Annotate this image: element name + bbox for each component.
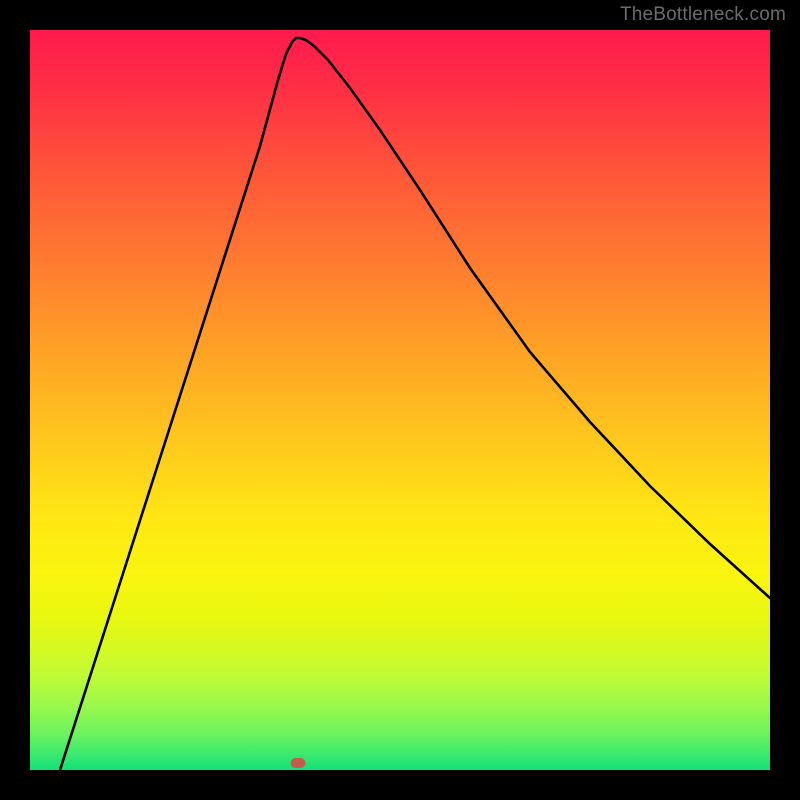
watermark-text: TheBottleneck.com — [620, 4, 786, 26]
chart-frame: TheBottleneck.com — [0, 0, 800, 800]
optimal-point-marker — [291, 758, 306, 768]
bottleneck-curve — [60, 38, 770, 770]
curve-svg — [30, 30, 770, 770]
plot-area — [30, 30, 770, 770]
